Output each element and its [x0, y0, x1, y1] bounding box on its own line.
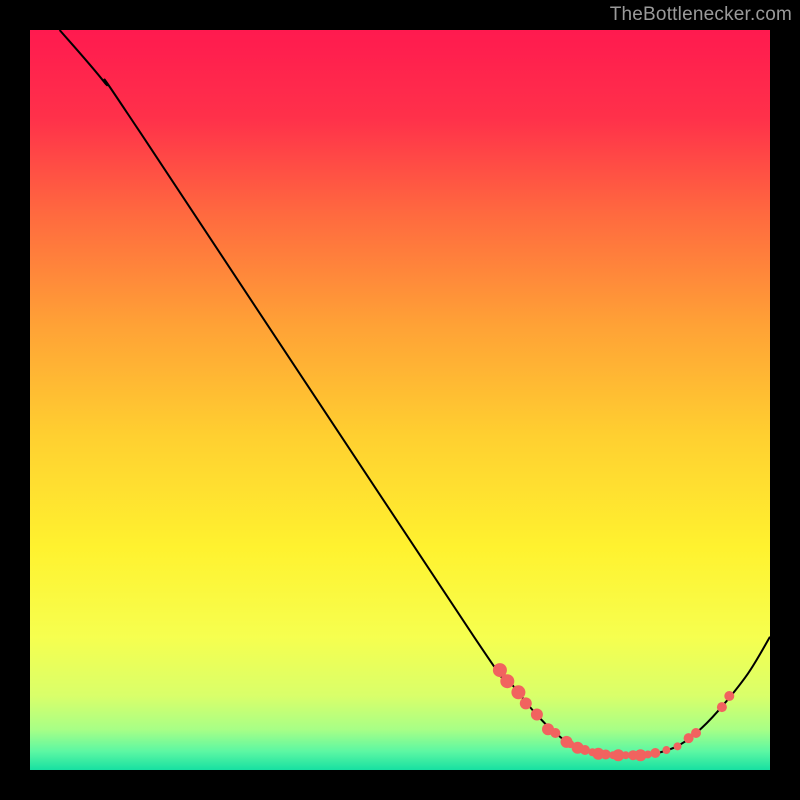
bottleneck-chart — [30, 30, 770, 770]
data-marker — [500, 674, 514, 688]
data-marker — [650, 748, 660, 758]
watermark-text: TheBottlenecker.com — [610, 4, 792, 26]
gradient-background — [30, 30, 770, 770]
data-marker — [520, 697, 532, 709]
data-marker — [531, 709, 543, 721]
data-marker — [691, 728, 701, 738]
chart-area — [30, 30, 770, 770]
data-marker — [662, 746, 670, 754]
data-marker — [511, 685, 525, 699]
data-marker — [580, 745, 590, 755]
data-marker — [674, 742, 682, 750]
data-marker — [717, 702, 727, 712]
data-marker — [724, 691, 734, 701]
data-marker — [550, 728, 560, 738]
